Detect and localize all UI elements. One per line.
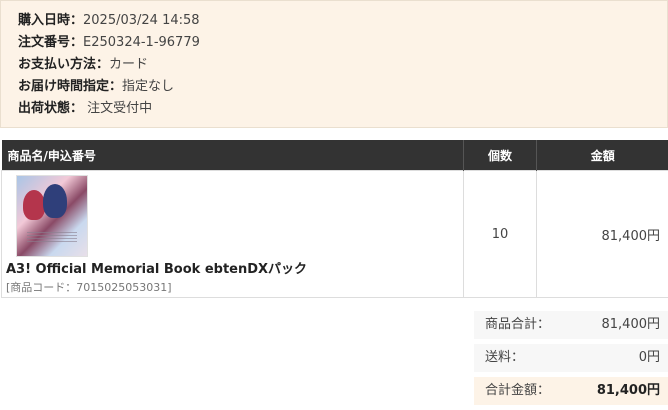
order-info-row-date: 購入日時：2025/03/24 14:58: [18, 10, 667, 32]
product-thumbnail[interactable]: [16, 175, 88, 257]
order-totals: 商品合計： 81,400円 送料： 0円 合計金額： 81,400円: [474, 311, 668, 410]
order-items-table: 商品名/申込番号 個数 金額 A3! Official Memorial Boo…: [1, 140, 668, 298]
order-info-row-number: 注文番号：E250324-1-96779: [18, 32, 667, 54]
order-info-row-payment: お支払い方法：カード: [18, 54, 667, 76]
shipping-fee-value: 0円: [638, 350, 660, 365]
column-header-quantity: 個数: [463, 140, 537, 171]
order-info-row-shipping: 出荷状態： 注文受付中: [18, 98, 667, 120]
thumbnail-character-left: [23, 190, 45, 220]
purchase-date-value: 2025/03/24 14:58: [83, 13, 200, 28]
quantity-cell: 10: [463, 170, 537, 298]
product-cell: A3! Official Memorial Book ebtenDXパック [商…: [1, 170, 464, 298]
table-row: A3! Official Memorial Book ebtenDXパック [商…: [1, 170, 668, 298]
purchase-date-label: 購入日時：: [18, 13, 84, 28]
grand-total-value: 81,400円: [596, 383, 660, 398]
thumbnail-caption: [27, 232, 77, 242]
payment-method-label: お支払い方法：: [18, 57, 110, 72]
delivery-time-label: お届け時間指定：: [18, 79, 123, 94]
column-header-product: 商品名/申込番号: [1, 140, 464, 171]
delivery-time-value: 指定なし: [122, 79, 175, 94]
grand-total-row: 合計金額： 81,400円: [474, 377, 668, 405]
order-info-row-delivery: お届け時間指定：指定なし: [18, 76, 667, 98]
shipping-status-value: 注文受付中: [83, 101, 153, 116]
shipping-status-label: 出荷状態：: [18, 101, 84, 116]
order-number-value: E250324-1-96779: [83, 35, 200, 50]
subtotal-value: 81,400円: [601, 317, 661, 332]
shipping-fee-row: 送料： 0円: [474, 344, 668, 372]
column-header-amount: 金額: [536, 140, 668, 171]
grand-total-label: 合計金額：: [485, 383, 551, 398]
shipping-fee-label: 送料：: [485, 350, 525, 365]
order-info-panel: 購入日時：2025/03/24 14:58 注文番号：E250324-1-967…: [0, 0, 668, 128]
product-name[interactable]: A3! Official Memorial Book ebtenDXパック: [6, 258, 307, 277]
thumbnail-character-right: [43, 184, 67, 218]
product-code: [商品コード：7015025053031]: [6, 281, 172, 294]
payment-method-value: カード: [109, 57, 149, 72]
subtotal-row: 商品合計： 81,400円: [474, 311, 668, 339]
amount-cell: 81,400円: [536, 170, 668, 298]
order-number-label: 注文番号：: [18, 35, 84, 50]
subtotal-label: 商品合計：: [485, 317, 551, 332]
table-header-row: 商品名/申込番号 個数 金額: [1, 140, 668, 171]
